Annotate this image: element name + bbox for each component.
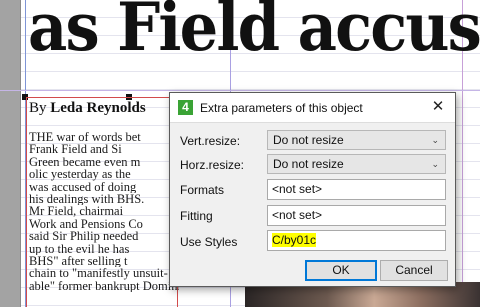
article-body[interactable]: THE war of words bet Frank Field and Si …	[29, 131, 179, 292]
byline-prefix: By	[29, 100, 47, 116]
chevron-down-icon: ⌄	[431, 135, 439, 145]
headline[interactable]: as Field accus	[28, 0, 480, 60]
fitting-label: Fitting	[180, 209, 213, 223]
fitting-field[interactable]: <not set>	[267, 205, 446, 226]
use-styles-value: C/by01c	[272, 233, 317, 247]
vert-resize-label: Vert.resize:	[180, 134, 241, 148]
article-line: was accused of doing	[29, 180, 137, 194]
article-line: olic yesterday as the	[29, 168, 131, 181]
baseline-guide	[0, 90, 480, 91]
cancel-button[interactable]: Cancel	[380, 260, 448, 281]
article-line: able" former bankrupt Dominic	[29, 279, 179, 293]
left-ruler	[0, 0, 21, 307]
ok-button[interactable]: OK	[305, 260, 377, 281]
dialog-titlebar[interactable]: 4 Extra parameters of this object ✕	[170, 93, 455, 123]
dialog-title: Extra parameters of this object	[200, 101, 363, 115]
horz-resize-value: Do not resize	[273, 157, 344, 171]
vert-resize-value: Do not resize	[273, 133, 344, 147]
app-icon: 4	[178, 100, 193, 115]
byline: By Leda Reynolds	[29, 100, 146, 117]
formats-label: Formats	[180, 183, 225, 197]
article-line: chain to "manifestly unsuit-	[29, 267, 168, 280]
article-line: Work and Pensions Co	[29, 217, 143, 231]
article-line: his dealings with BHS.	[29, 193, 145, 206]
horz-resize-label: Horz.resize:	[180, 158, 245, 172]
formats-field[interactable]: <not set>	[267, 179, 446, 200]
article-line: said Sir Philip needed	[29, 230, 139, 243]
chevron-down-icon: ⌄	[431, 159, 439, 169]
horz-resize-select[interactable]: Do not resize ⌄	[267, 154, 446, 174]
vert-resize-select[interactable]: Do not resize ⌄	[267, 130, 446, 150]
article-line: up to the evil he has	[29, 242, 130, 256]
use-styles-field[interactable]: C/by01c	[267, 230, 446, 251]
use-styles-label: Use Styles	[180, 235, 238, 249]
article-line: Green became even m	[29, 155, 141, 169]
article-line: Mr Field, chairmai	[29, 205, 124, 218]
article-line: BHS" after selling t	[29, 255, 128, 268]
byline-author: Leda Reynolds	[50, 100, 146, 116]
extra-parameters-dialog: 4 Extra parameters of this object ✕ Vert…	[169, 92, 456, 287]
article-line: Frank Field and Si	[29, 143, 122, 156]
article-line: THE war of words bet	[29, 131, 141, 144]
close-button[interactable]: ✕	[427, 96, 449, 118]
